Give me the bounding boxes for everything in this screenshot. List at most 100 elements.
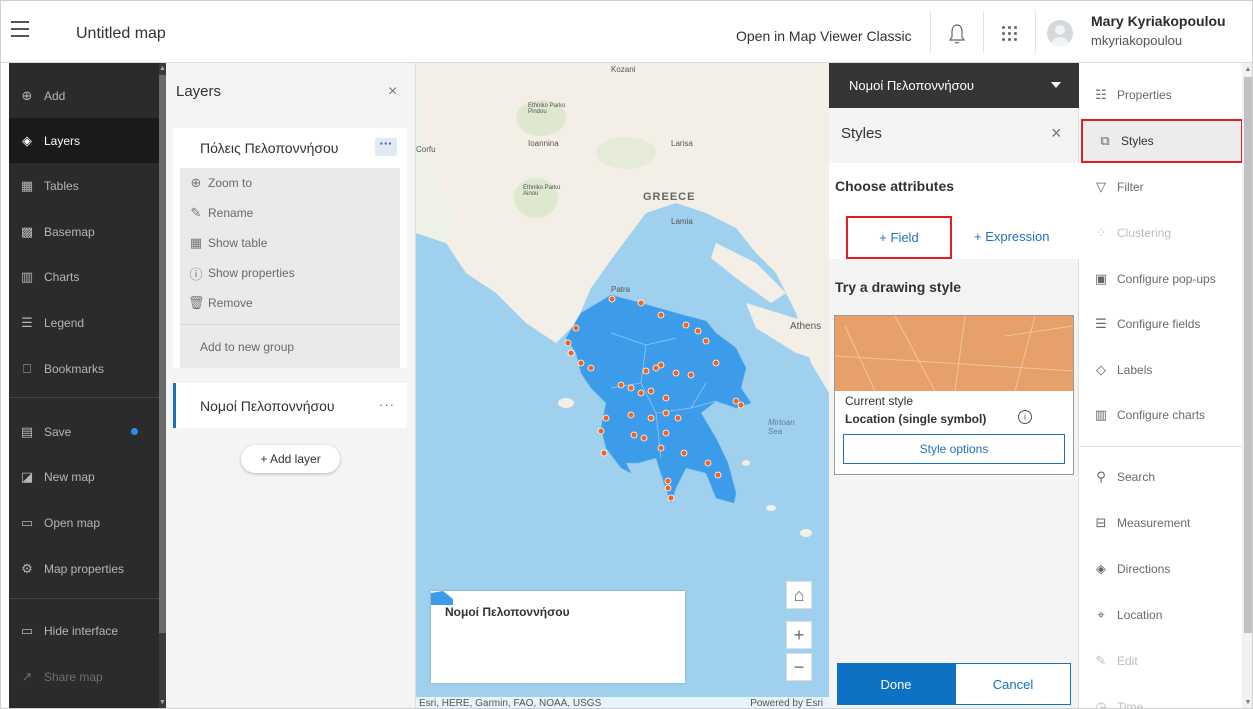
add-layer-button[interactable]: + Add layer — [241, 445, 340, 473]
layer-options-icon[interactable]: ··· — [375, 137, 397, 156]
nav-scroll-thumb[interactable] — [159, 75, 166, 633]
location-icon: ⌖ — [1097, 607, 1105, 622]
left-navigation: ⊕ Add ◈ Layers ▦ Tables ▩ Basemap ▥ Charts ☰ L… — [9, 63, 166, 708]
close-icon[interactable]: × — [1051, 123, 1062, 144]
nav-item-bookmarks[interactable]: ⎕ Bookmarks — [9, 346, 159, 391]
tool-filter[interactable]: ▽ Filter — [1079, 165, 1242, 209]
map-label: Corfu — [416, 145, 436, 154]
legend-icon: ☰ — [21, 314, 33, 330]
tool-edit[interactable]: ✎ Edit — [1079, 639, 1242, 683]
layer-selector-dropdown[interactable]: Νομοί Πελοποννήσου — [829, 63, 1079, 108]
tool-styles[interactable]: ⧉ Styles — [1081, 119, 1243, 163]
new-map-icon: ◪ — [20, 468, 34, 484]
tool-label: Edit — [1117, 654, 1138, 668]
menu-item-zoom-to[interactable]: ⊕ Zoom to — [180, 168, 400, 198]
menu-item-remove[interactable]: 🗑 Remove — [180, 288, 400, 318]
menu-label: Show table — [208, 236, 268, 250]
polygon-swatch-icon — [431, 591, 453, 605]
tool-configure-fields[interactable]: ☰ Configure fields — [1079, 302, 1242, 346]
attribution-text[interactable]: Esri, HERE, Garmin, FAO, NOAA, USGS — [419, 698, 601, 708]
nav-item-map-properties[interactable]: ⚙ Map properties — [9, 546, 159, 591]
tool-labels[interactable]: ◇ Labels — [1079, 348, 1242, 392]
nav-item-layers[interactable]: ◈ Layers — [9, 118, 159, 163]
nav-item-new-map[interactable]: ◪ New map — [9, 454, 159, 499]
map-title[interactable]: Untitled map — [76, 25, 166, 43]
menu-item-add-to-group[interactable]: Add to new group — [180, 324, 400, 368]
scroll-down-icon[interactable]: ▼ — [1242, 699, 1252, 706]
tool-configure-popups[interactable]: ▣ Configure pop-ups — [1079, 257, 1242, 301]
header-divider — [1035, 11, 1036, 53]
menu-item-show-table[interactable]: ▦ Show table — [180, 228, 400, 258]
tool-location[interactable]: ⌖ Location — [1079, 593, 1242, 637]
nav-scrollbar[interactable]: ▲ ▼ — [159, 63, 166, 708]
user-name[interactable]: Mary Kyriakopoulou — [1091, 13, 1226, 29]
map-legend: Νομοί Πελοποννήσου — [431, 591, 685, 683]
layer-item-prefectures[interactable]: Νομοί Πελοποννήσου ··· — [173, 383, 407, 428]
close-icon[interactable]: × — [388, 83, 397, 101]
scroll-up-icon[interactable]: ▲ — [1242, 66, 1252, 73]
tool-properties[interactable]: ☷ Properties — [1079, 73, 1242, 117]
zoom-out-button[interactable]: − — [786, 653, 812, 681]
nav-item-add[interactable]: ⊕ Add — [9, 73, 159, 118]
label-icon: ◇ — [1096, 362, 1106, 377]
open-classic-link[interactable]: Open in Map Viewer Classic — [736, 28, 912, 44]
zoom-in-button[interactable]: + — [786, 621, 812, 649]
nav-item-open-map[interactable]: ▭ Open map — [9, 500, 159, 545]
scroll-down-icon[interactable]: ▼ — [159, 699, 166, 707]
avatar[interactable] — [1047, 20, 1073, 46]
style-options-button[interactable]: Style options — [843, 434, 1065, 464]
layer-options-icon[interactable]: ··· — [379, 397, 395, 412]
tool-clustering[interactable]: ⁘ Clustering — [1079, 211, 1242, 255]
tool-label: Directions — [1117, 562, 1171, 576]
nav-item-tables[interactable]: ▦ Tables — [9, 163, 159, 208]
location-style-label: Location (single symbol) — [845, 412, 987, 426]
add-field-button[interactable]: + Field — [846, 216, 952, 259]
apps-grid-icon[interactable] — [1002, 26, 1018, 42]
tool-time[interactable]: ◷ Time — [1079, 685, 1242, 709]
tool-search[interactable]: ⚲ Search — [1079, 455, 1242, 499]
tool-measurement[interactable]: ⊟ Measurement — [1079, 501, 1242, 545]
info-icon[interactable]: i — [1018, 410, 1032, 424]
info-icon: ⓘ — [189, 266, 203, 282]
layer-card-cities: Πόλεις Πελοποννήσου ··· ⊕ Zoom to ✎ Rename… — [173, 128, 407, 368]
user-id: mkyriakopoulou — [1091, 33, 1183, 48]
current-style-card[interactable]: Current style Location (single symbol) i… — [834, 315, 1074, 475]
done-button[interactable]: Done — [837, 663, 955, 705]
map-view[interactable]: Kozani Ethniko Parko Pindou Ioannina Lar… — [416, 63, 829, 708]
nav-item-basemap[interactable]: ▩ Basemap — [9, 209, 159, 254]
layer-item-cities[interactable]: Πόλεις Πελοποννήσου ··· — [173, 128, 407, 168]
zoom-icon: ⊕ — [190, 175, 202, 190]
add-expression-button[interactable]: + Expression — [974, 229, 1050, 244]
nav-label: Layers — [44, 133, 81, 148]
map-viewer-app: Untitled map Open in Map Viewer Classic … — [0, 0, 1253, 709]
edit-icon: ✎ — [1095, 653, 1107, 668]
map-label: Ioannina — [528, 139, 559, 148]
nav-item-legend[interactable]: ☰ Legend — [9, 300, 159, 345]
map-attribution: Esri, HERE, Garmin, FAO, NOAA, USGS Powe… — [416, 697, 829, 708]
nav-item-charts[interactable]: ▥ Charts — [9, 254, 159, 299]
tools-scroll-thumb[interactable] — [1244, 77, 1252, 633]
nav-item-share-map[interactable]: ↗ Share map — [9, 654, 159, 699]
map-label: Larisa — [671, 139, 693, 148]
home-icon[interactable]: ⌂ — [786, 581, 812, 609]
popup-icon: ▣ — [1094, 271, 1108, 286]
tool-label: Filter — [1117, 180, 1144, 194]
nav-divider — [9, 397, 159, 398]
tools-scrollbar[interactable]: ▲ ▼ — [1242, 63, 1252, 708]
trash-icon: 🗑 — [188, 295, 205, 310]
scroll-up-icon[interactable]: ▲ — [159, 65, 166, 73]
current-style-label: Current style — [845, 394, 914, 408]
hamburger-menu-icon[interactable] — [11, 21, 29, 39]
tool-configure-charts[interactable]: ▥ Configure charts — [1079, 393, 1242, 437]
cancel-button[interactable]: Cancel — [955, 663, 1071, 705]
nav-item-hide-interface[interactable]: ▭ Hide interface — [9, 608, 159, 653]
powered-by-link[interactable]: Powered by Esri — [750, 697, 823, 708]
tool-directions[interactable]: ◈ Directions — [1079, 547, 1242, 591]
menu-item-show-properties[interactable]: ⓘ Show properties — [180, 258, 400, 288]
bell-icon[interactable] — [948, 23, 966, 45]
layers-panel: Layers × Πόλεις Πελοποννήσου ··· ⊕ Zoom t… — [166, 63, 416, 708]
nav-label: Tables — [44, 178, 79, 193]
clustering-icon: ⁘ — [1095, 225, 1107, 240]
clock-icon: ◷ — [1095, 699, 1107, 709]
menu-item-rename[interactable]: ✎ Rename — [180, 198, 400, 228]
